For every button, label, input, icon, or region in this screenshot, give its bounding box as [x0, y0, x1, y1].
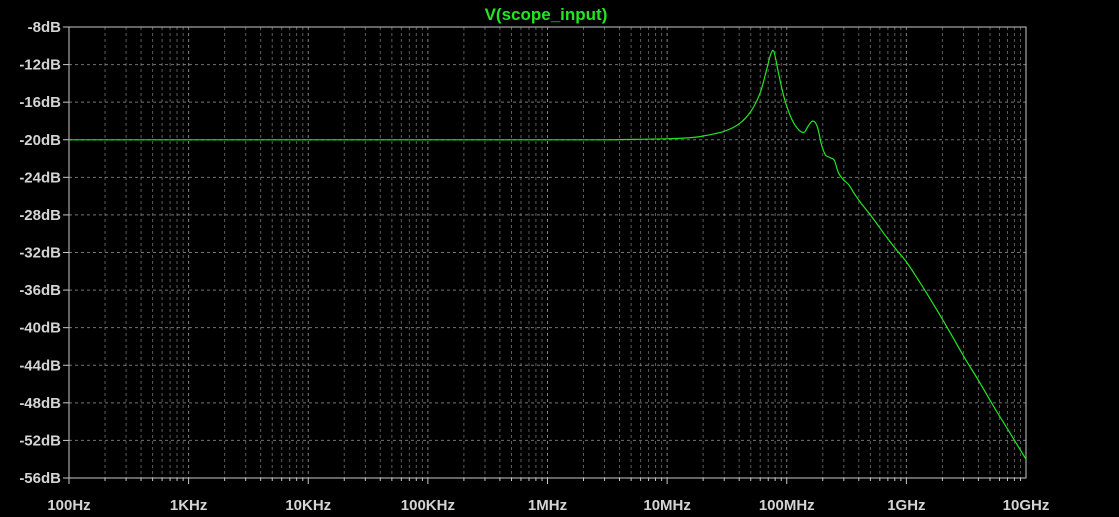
- x-tick-labels: 100Hz 1KHz 10KHz 100KHz 1MHz 10MHz 100MHz 1GHz 1…: [47, 497, 1049, 514]
- x-tick-label: 1MHz: [528, 497, 567, 514]
- x-tick-label: 10GHz: [1003, 497, 1050, 514]
- y-tick-label: -8dB: [28, 19, 62, 36]
- x-tick-label: 1KHz: [170, 497, 208, 514]
- y-tick-label: -32dB: [19, 245, 61, 262]
- x-tick-label: 100Hz: [47, 497, 90, 514]
- y-tick-label: -52dB: [19, 432, 61, 449]
- y-tick-label: -24dB: [19, 169, 61, 186]
- grid-lines: [68, 27, 1026, 478]
- y-tick-label: -28dB: [19, 207, 61, 224]
- y-tick-label: -48dB: [19, 395, 61, 412]
- x-tick-label: 10MHz: [643, 497, 691, 514]
- y-tick-label: -56dB: [19, 470, 61, 487]
- x-tick-label: 10KHz: [285, 497, 331, 514]
- x-tick-label: 1GHz: [887, 497, 925, 514]
- x-tick-label: 100MHz: [759, 497, 815, 514]
- y-tick-labels: -8dB -12dB -16dB -20dB -24dB -28dB -32dB -36dB -…: [19, 19, 61, 487]
- y-tick-label: -20dB: [19, 132, 61, 149]
- chart-title: V(scope_input): [485, 5, 608, 24]
- y-tick-label: -12dB: [19, 57, 61, 74]
- x-tick-label: 100KHz: [401, 497, 455, 514]
- bode-plot: V(scope_input) -8dB-12dB-16dB-20dB-24dB-…: [19, 5, 1049, 514]
- y-tick-label: -44dB: [19, 357, 61, 374]
- y-tick-label: -36dB: [19, 282, 61, 299]
- y-tick-label: -16dB: [19, 94, 61, 111]
- y-tick-label: -40dB: [19, 320, 61, 337]
